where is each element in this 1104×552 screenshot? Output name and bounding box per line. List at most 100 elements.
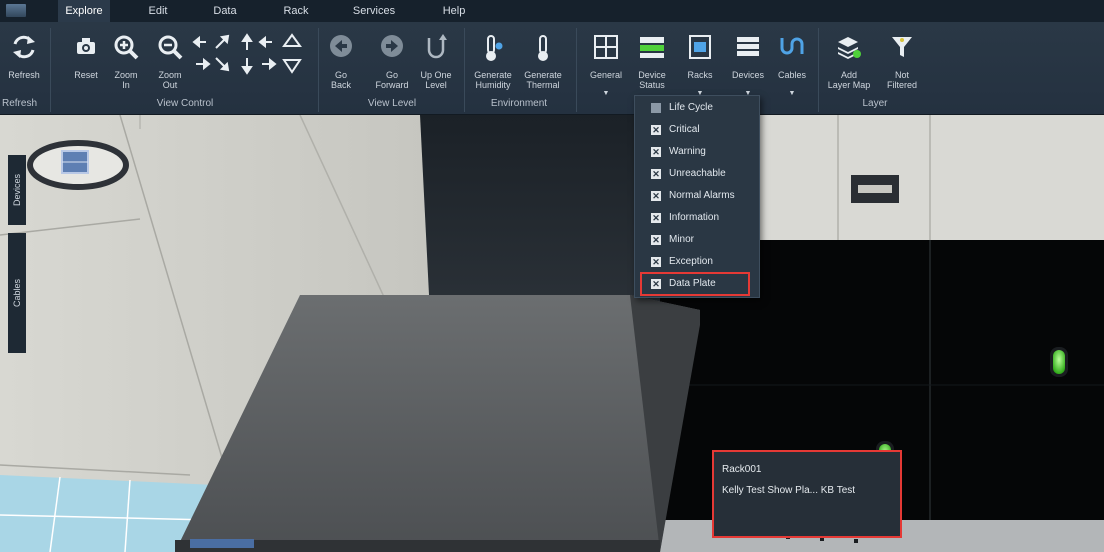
- go-back-button[interactable]: Go Back: [326, 26, 356, 108]
- refresh-button[interactable]: Refresh: [4, 26, 44, 108]
- device-status-menu[interactable]: ✕ Life Cycle ✕ Critical ✕ Warning ✕ Unre…: [634, 95, 760, 298]
- application-window: Explore Edit Data Rack Services Help Ref…: [0, 0, 1104, 552]
- datacenter-scene: [0, 115, 1104, 552]
- checkbox-checked-icon: ✕: [651, 147, 661, 157]
- generate-thermal-button[interactable]: Generate Thermal: [520, 26, 566, 108]
- menu-item-label: Life Cycle: [669, 102, 713, 113]
- layers-add-icon: [838, 37, 861, 59]
- cables-button[interactable]: Cables ▼: [772, 26, 812, 108]
- dropdown-arrow-icon: ▼: [788, 90, 796, 97]
- data-plate-highlight: [640, 272, 750, 296]
- add-layer-map-label: Add Layer Map: [827, 70, 871, 90]
- menu-item-label: Minor: [669, 234, 695, 245]
- thermometer-icon: [538, 35, 548, 61]
- general-label: General: [589, 70, 623, 80]
- menu-item-minor[interactable]: ✕ Minor: [635, 229, 759, 251]
- side-tab-devices-label: Devices: [12, 173, 22, 207]
- device-status-icon: [640, 37, 664, 58]
- checkbox-checked-icon: ✕: [651, 235, 661, 245]
- up-one-level-label: Up One Level: [420, 70, 452, 90]
- rack-info-popup[interactable]: Rack001 Kelly Test Show Pla... KB Test: [712, 450, 902, 538]
- generate-thermal-label: Generate Thermal: [524, 70, 562, 90]
- go-forward-label: Go Forward: [375, 70, 409, 90]
- zoom-in-icon: [114, 35, 139, 60]
- grid-icon: [594, 35, 618, 59]
- server-icon: [737, 37, 759, 56]
- go-back-label: Go Back: [330, 70, 351, 90]
- not-filtered-button[interactable]: Not Filtered: [878, 26, 926, 108]
- menu-item-label: Exception: [669, 256, 713, 267]
- dropdown-arrow-icon: ▼: [602, 90, 610, 97]
- 3d-viewport[interactable]: Devices Cables Rack001 Kelly Test Show P…: [0, 115, 1104, 552]
- not-filtered-label: Not Filtered: [886, 70, 917, 90]
- menu-item-warning[interactable]: ✕ Warning: [635, 141, 759, 163]
- refresh-icon: [13, 35, 35, 59]
- checkbox-checked-icon: ✕: [651, 169, 661, 179]
- devices-label: Devices: [731, 70, 764, 80]
- checkbox-checked-icon: ✕: [651, 257, 661, 267]
- menu-item-label: Critical: [669, 124, 700, 135]
- view-level-group-label: View Level: [367, 98, 417, 109]
- checkbox-checked-icon: ✕: [651, 191, 661, 201]
- zoom-out-label: Zoom Out: [158, 70, 182, 90]
- checkbox-icon: ✕: [651, 103, 661, 113]
- ribbon-separator: [50, 28, 51, 112]
- ribbon-separator: [818, 28, 819, 112]
- u-turn-icon: [427, 34, 447, 59]
- menu-item-label: Unreachable: [669, 168, 726, 179]
- rack-icon: [689, 35, 711, 59]
- tab-explore[interactable]: Explore: [58, 0, 110, 22]
- menu-item-critical[interactable]: ✕ Critical: [635, 119, 759, 141]
- tab-rack[interactable]: Rack: [276, 0, 316, 22]
- refresh-label: Refresh: [8, 70, 40, 80]
- menu-item-normal-alarms[interactable]: ✕ Normal Alarms: [635, 185, 759, 207]
- zoom-out-icon: [158, 35, 183, 60]
- reset-label: Reset: [74, 70, 98, 80]
- menu-item-life-cycle[interactable]: ✕ Life Cycle: [635, 97, 759, 119]
- zoom-in-label: Zoom In: [114, 70, 138, 90]
- zoom-out-button[interactable]: Zoom Out: [150, 26, 190, 108]
- view-control-group-label: View Control: [156, 98, 214, 109]
- tab-data[interactable]: Data: [205, 0, 245, 22]
- side-tab-cables-label: Cables: [12, 278, 22, 308]
- rack-details: Kelly Test Show Pla... KB Test: [722, 485, 856, 496]
- ribbon-separator: [576, 28, 577, 112]
- menu-item-information[interactable]: ✕ Information: [635, 207, 759, 229]
- zoom-in-button[interactable]: Zoom In: [106, 26, 146, 108]
- add-layer-map-button[interactable]: Add Layer Map: [824, 26, 874, 108]
- tab-edit[interactable]: Edit: [140, 0, 176, 22]
- menu-item-label: Normal Alarms: [669, 190, 735, 201]
- up-one-level-button[interactable]: Up One Level: [416, 26, 456, 108]
- go-forward-button[interactable]: Go Forward: [372, 26, 412, 108]
- app-menu-icon[interactable]: [6, 4, 26, 17]
- checkbox-checked-icon: ✕: [651, 213, 661, 223]
- view-navigation-arrows[interactable]: [192, 32, 310, 78]
- menu-bar: Explore Edit Data Rack Services Help: [0, 0, 1104, 23]
- side-tab-cables[interactable]: Cables: [8, 233, 26, 353]
- camera-icon: [77, 38, 95, 54]
- checkbox-checked-icon: ✕: [651, 125, 661, 135]
- ribbon-separator: [318, 28, 319, 112]
- tab-services[interactable]: Services: [346, 0, 402, 22]
- side-tab-devices[interactable]: Devices: [8, 155, 26, 225]
- ribbon-toolbar: Refresh Refresh Reset Zoom In Zoom Out V…: [0, 22, 1104, 115]
- layer-group-label: Layer: [862, 98, 888, 109]
- menu-item-unreachable[interactable]: ✕ Unreachable: [635, 163, 759, 185]
- menu-item-label: Warning: [669, 146, 706, 157]
- menu-item-exception[interactable]: ✕ Exception: [635, 251, 759, 273]
- reset-button[interactable]: Reset: [68, 26, 104, 108]
- generate-humidity-button[interactable]: Generate Humidity: [470, 26, 516, 108]
- general-button[interactable]: General ▼: [584, 26, 628, 108]
- generate-humidity-label: Generate Humidity: [474, 70, 512, 90]
- tab-help[interactable]: Help: [436, 0, 472, 22]
- arrow-left-circle-icon: [330, 35, 352, 57]
- device-status-label: Device Status: [638, 70, 666, 90]
- filter-icon: [892, 37, 912, 57]
- ribbon-separator: [464, 28, 465, 112]
- menu-item-label: Information: [669, 212, 720, 223]
- cables-label: Cables: [777, 70, 806, 80]
- rack-name: Rack001: [722, 464, 762, 475]
- racks-label: Racks: [687, 70, 713, 80]
- arrow-right-circle-icon: [381, 35, 403, 57]
- environment-group-label: Environment: [490, 98, 548, 109]
